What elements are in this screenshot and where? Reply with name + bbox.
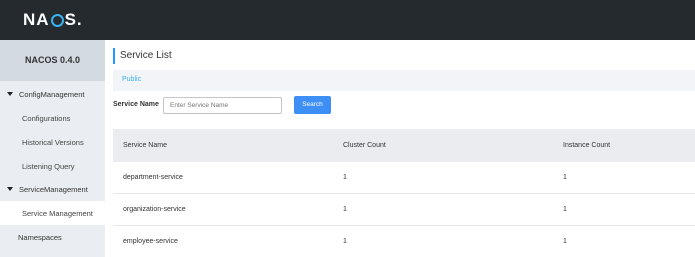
sidebar-item-label: Historical Versions: [22, 137, 84, 147]
top-nav-bar: NA S.: [0, 0, 695, 40]
logo-text-prefix: NA: [23, 10, 50, 29]
column-header-instance-count: Instance Count: [563, 142, 611, 149]
sidebar-item-label: ConfigManagement: [19, 89, 85, 99]
service-name-cell: employee-service: [123, 238, 178, 245]
table-row[interactable]: employee-service 1 1: [113, 226, 695, 257]
sidebar-group-config-management[interactable]: ConfigManagement: [0, 82, 105, 106]
sidebar-item-label: Listening Query: [22, 161, 75, 171]
sidebar: NACOS 0.4.0 ConfigManagement Configurati…: [0, 40, 105, 257]
table-header: Service Name Cluster Count Instance Coun…: [113, 129, 695, 162]
logo-text-suffix: S: [64, 10, 77, 29]
logo-dot: .: [76, 10, 83, 29]
namespace-bar: Public: [113, 70, 695, 91]
sidebar-item-configurations[interactable]: Configurations: [0, 106, 105, 130]
column-header-cluster-count: Cluster Count: [343, 142, 386, 149]
caret-down-icon: [7, 92, 13, 96]
service-name-search-input[interactable]: [163, 97, 282, 114]
service-name-label: Service Name: [113, 101, 159, 108]
logo-ring-icon: [50, 13, 64, 27]
sidebar-item-label: Configurations: [22, 113, 71, 123]
sidebar-item-listening-query[interactable]: Listening Query: [0, 154, 105, 178]
cluster-count-cell: 1: [343, 238, 347, 245]
sidebar-group-service-management[interactable]: ServiceManagement: [0, 177, 105, 201]
instance-count-cell: 1: [563, 174, 567, 181]
cluster-count-cell: 1: [343, 206, 347, 213]
main-content: Service List Public Service Name Search …: [105, 40, 695, 257]
sidebar-item-label: Namespaces: [18, 232, 62, 242]
service-name-cell: organization-service: [123, 206, 186, 213]
nacos-logo[interactable]: NA S.: [23, 10, 83, 30]
page-title: Service List: [113, 48, 172, 64]
instance-count-cell: 1: [563, 206, 567, 213]
service-table: Service Name Cluster Count Instance Coun…: [113, 129, 695, 257]
namespace-link-public[interactable]: Public: [122, 76, 141, 83]
table-row[interactable]: department-service 1 1: [113, 162, 695, 194]
sidebar-version-title: NACOS 0.4.0: [0, 40, 105, 81]
instance-count-cell: 1: [563, 238, 567, 245]
search-button[interactable]: Search: [294, 96, 331, 114]
sidebar-item-service-management[interactable]: Service Management: [0, 201, 105, 225]
sidebar-item-historical-versions[interactable]: Historical Versions: [0, 130, 105, 154]
sidebar-item-label: Service Management: [22, 208, 93, 218]
caret-down-icon: [7, 187, 13, 191]
service-name-cell: department-service: [123, 174, 183, 181]
column-header-service-name: Service Name: [123, 142, 167, 149]
table-row[interactable]: organization-service 1 1: [113, 194, 695, 226]
sidebar-item-label: ServiceManagement: [19, 184, 88, 194]
sidebar-item-namespaces[interactable]: Namespaces: [0, 225, 105, 249]
cluster-count-cell: 1: [343, 174, 347, 181]
